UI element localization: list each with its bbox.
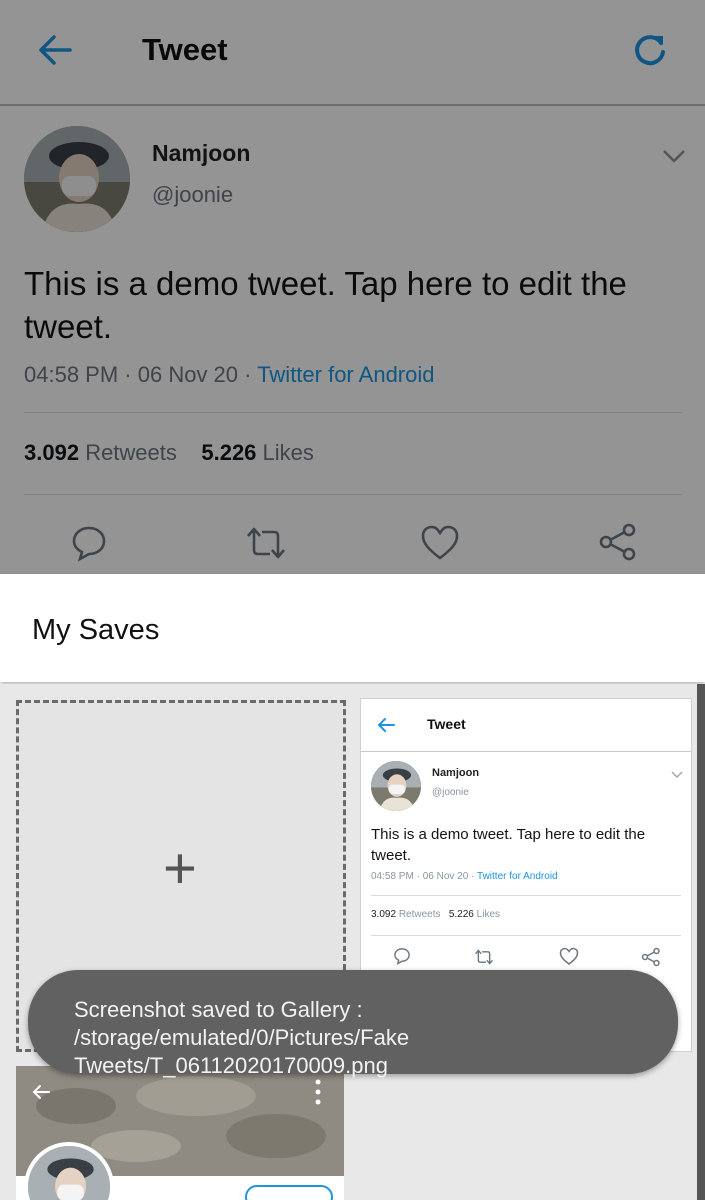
thumbnail-tweet-text: This is a demo tweet. Tap here to edit t… — [371, 826, 646, 864]
thumbnail-date: 06 Nov 20 — [422, 871, 469, 882]
toast-notification: Screenshot saved to Gallery : /storage/e… — [28, 970, 678, 1078]
divider — [371, 935, 681, 936]
back-arrow-icon — [32, 1085, 50, 1099]
like-heart-icon — [559, 947, 579, 965]
thumbnail-time: 04:58 PM — [371, 871, 414, 882]
thumbnail-meta: 04:58 PM · 06 Nov 20 · Twitter for Andro… — [371, 871, 558, 882]
chevron-down-icon — [671, 771, 683, 778]
saves-sheet-header: My Saves — [0, 574, 705, 682]
scrollbar[interactable] — [697, 684, 705, 1200]
thumbnail-likes-label: Likes — [476, 909, 501, 920]
reply-icon — [394, 948, 410, 965]
toast-message: Screenshot saved to Gallery : /storage/e… — [74, 997, 410, 1078]
thumbnail-app-bar: Tweet — [361, 699, 691, 752]
back-arrow-icon — [378, 718, 395, 732]
saved-profile-thumbnail[interactable] — [16, 1066, 344, 1200]
modal-scrim[interactable] — [0, 0, 705, 574]
thumbnail-title: Tweet — [427, 716, 466, 732]
thumbnail-name: Namjoon — [432, 767, 480, 779]
more-vertical-icon — [315, 1079, 321, 1105]
thumbnail-likes-count: 5.226 — [448, 909, 474, 920]
thumbnail-stats: 3.092 Retweets 5.226 Likes — [371, 909, 500, 920]
divider — [371, 895, 681, 896]
plus-icon: + — [163, 836, 197, 901]
retweet-icon — [474, 949, 494, 965]
share-icon — [641, 947, 660, 967]
saves-title: My Saves — [32, 614, 160, 646]
thumbnail-retweets-count: 3.092 — [371, 909, 397, 920]
thumbnail-avatar — [371, 761, 421, 811]
thumbnail-source: Twitter for Android — [477, 871, 558, 882]
thumbnail-handle: @joonie — [432, 787, 469, 798]
thumbnail-retweets-label: Retweets — [398, 909, 441, 920]
